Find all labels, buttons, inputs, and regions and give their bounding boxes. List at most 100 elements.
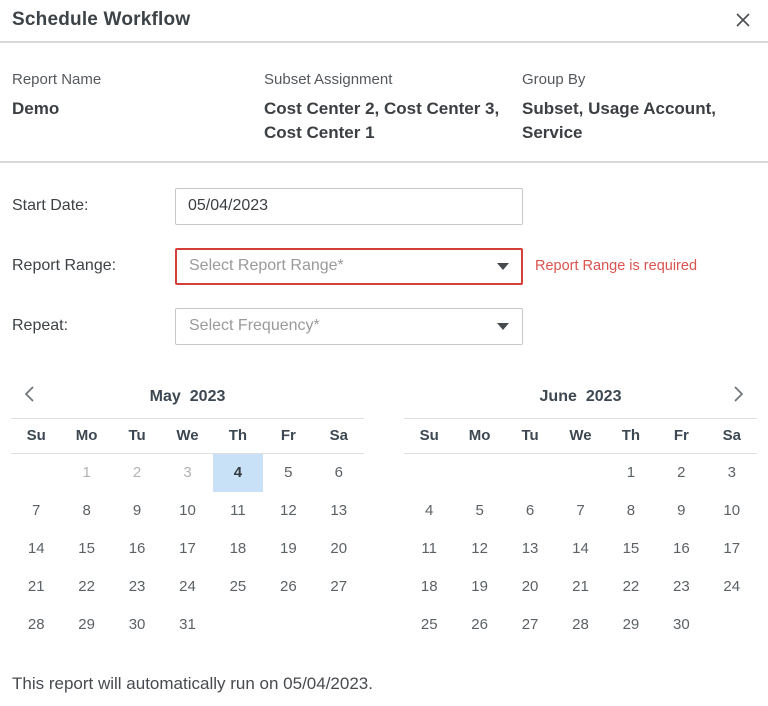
day-cell[interactable]: 30 [656, 606, 706, 644]
day-cell[interactable]: 19 [454, 568, 504, 606]
day-cell[interactable]: 16 [656, 530, 706, 568]
day-cell-empty [454, 454, 504, 492]
day-cell[interactable]: 5 [263, 454, 313, 492]
day-cell[interactable]: 6 [314, 454, 364, 492]
day-cell-empty [707, 606, 757, 644]
modal-title: Schedule Workflow [12, 9, 190, 31]
day-cell[interactable]: 11 [213, 492, 263, 530]
day-cell-empty [263, 606, 313, 644]
day-cell[interactable]: 19 [263, 530, 313, 568]
weekday-label: Su [11, 427, 61, 444]
day-cell[interactable]: 8 [606, 492, 656, 530]
day-cell[interactable]: 10 [707, 492, 757, 530]
start-date-input[interactable] [175, 188, 523, 225]
day-cell-empty [11, 454, 61, 492]
schedule-workflow-modal: Schedule Workflow Report Name Demo Subse… [0, 0, 768, 694]
day-cell[interactable]: 11 [404, 530, 454, 568]
day-cell[interactable]: 1 [61, 454, 111, 492]
day-cell[interactable]: 4 [213, 454, 263, 492]
repeat-placeholder: Select Frequency* [189, 317, 320, 335]
report-range-select[interactable]: Select Report Range* [175, 248, 523, 285]
day-cell[interactable]: 9 [112, 492, 162, 530]
day-cell[interactable]: 14 [555, 530, 605, 568]
close-button[interactable] [734, 11, 752, 29]
day-cell[interactable]: 31 [162, 606, 212, 644]
weekday-label: Mo [61, 427, 111, 444]
day-cell[interactable]: 21 [11, 568, 61, 606]
day-cell[interactable]: 14 [11, 530, 61, 568]
day-cell[interactable]: 28 [555, 606, 605, 644]
day-cell[interactable]: 6 [505, 492, 555, 530]
day-cell[interactable]: 25 [404, 606, 454, 644]
day-cell[interactable]: 17 [707, 530, 757, 568]
report-summary: Report Name Demo Subset Assignment Cost … [0, 43, 768, 163]
start-date-row: Start Date: [12, 188, 756, 225]
weekday-row: SuMoTuWeThFrSa [404, 418, 757, 454]
day-cell[interactable]: 9 [656, 492, 706, 530]
day-cell[interactable]: 7 [11, 492, 61, 530]
day-cell[interactable]: 23 [112, 568, 162, 606]
report-range-placeholder: Select Report Range* [189, 257, 344, 275]
day-cell[interactable]: 29 [61, 606, 111, 644]
day-cell[interactable]: 4 [404, 492, 454, 530]
day-cell[interactable]: 20 [505, 568, 555, 606]
day-cell-empty [404, 454, 454, 492]
day-cell[interactable]: 13 [314, 492, 364, 530]
report-range-row: Report Range: Select Report Range* Repor… [12, 248, 756, 285]
day-cell[interactable]: 3 [162, 454, 212, 492]
day-cell[interactable]: 2 [656, 454, 706, 492]
day-cell[interactable]: 26 [263, 568, 313, 606]
field-value: Subset, Usage Account, Service [522, 97, 756, 145]
day-cell[interactable]: 12 [454, 530, 504, 568]
day-cell[interactable]: 24 [162, 568, 212, 606]
day-cell[interactable]: 27 [505, 606, 555, 644]
day-cell[interactable]: 15 [606, 530, 656, 568]
day-cell[interactable]: 16 [112, 530, 162, 568]
day-cell[interactable]: 5 [454, 492, 504, 530]
day-cell[interactable]: 22 [606, 568, 656, 606]
weekday-label: Tu [505, 427, 555, 444]
field-label: Group By [522, 71, 756, 88]
calendar-june-2023: June 2023 SuMoTuWeThFrSa 123456789101112… [404, 376, 757, 644]
day-cell[interactable]: 15 [61, 530, 111, 568]
repeat-row: Repeat: Select Frequency* [12, 308, 756, 345]
day-cell[interactable]: 22 [61, 568, 111, 606]
day-cell[interactable]: 26 [454, 606, 504, 644]
summary-field-group-by: Group By Subset, Usage Account, Service [522, 71, 756, 145]
repeat-label: Repeat: [12, 317, 175, 335]
close-icon [736, 13, 750, 27]
day-cell[interactable]: 23 [656, 568, 706, 606]
day-cell[interactable]: 3 [707, 454, 757, 492]
day-cell[interactable]: 13 [505, 530, 555, 568]
repeat-select[interactable]: Select Frequency* [175, 308, 523, 345]
next-month-button[interactable] [721, 379, 755, 413]
summary-field-report-name: Report Name Demo [12, 71, 264, 145]
day-cell[interactable]: 21 [555, 568, 605, 606]
day-cell[interactable]: 10 [162, 492, 212, 530]
day-cell[interactable]: 18 [404, 568, 454, 606]
day-cell[interactable]: 28 [11, 606, 61, 644]
day-cell[interactable]: 8 [61, 492, 111, 530]
day-cell[interactable]: 18 [213, 530, 263, 568]
chevron-right-icon [730, 385, 746, 406]
day-grid: 1234567891011121314151617181920212223242… [404, 454, 757, 644]
weekday-label: Sa [314, 427, 364, 444]
day-cell[interactable]: 7 [555, 492, 605, 530]
day-cell[interactable]: 1 [606, 454, 656, 492]
day-cell[interactable]: 12 [263, 492, 313, 530]
day-cell[interactable]: 17 [162, 530, 212, 568]
day-cell[interactable]: 27 [314, 568, 364, 606]
calendar-may-2023: May 2023 SuMoTuWeThFrSa 1234567891011121… [11, 376, 364, 644]
day-cell[interactable]: 30 [112, 606, 162, 644]
field-label: Report Name [12, 71, 264, 88]
auto-run-note: This report will automatically run on 05… [12, 674, 756, 694]
day-cell[interactable]: 20 [314, 530, 364, 568]
day-cell[interactable]: 2 [112, 454, 162, 492]
caret-down-icon [497, 323, 509, 330]
day-cell[interactable]: 25 [213, 568, 263, 606]
field-value: Demo [12, 97, 264, 121]
day-cell[interactable]: 24 [707, 568, 757, 606]
calendar-title: June 2023 [404, 376, 757, 418]
day-cell[interactable]: 29 [606, 606, 656, 644]
weekday-label: Th [213, 427, 263, 444]
